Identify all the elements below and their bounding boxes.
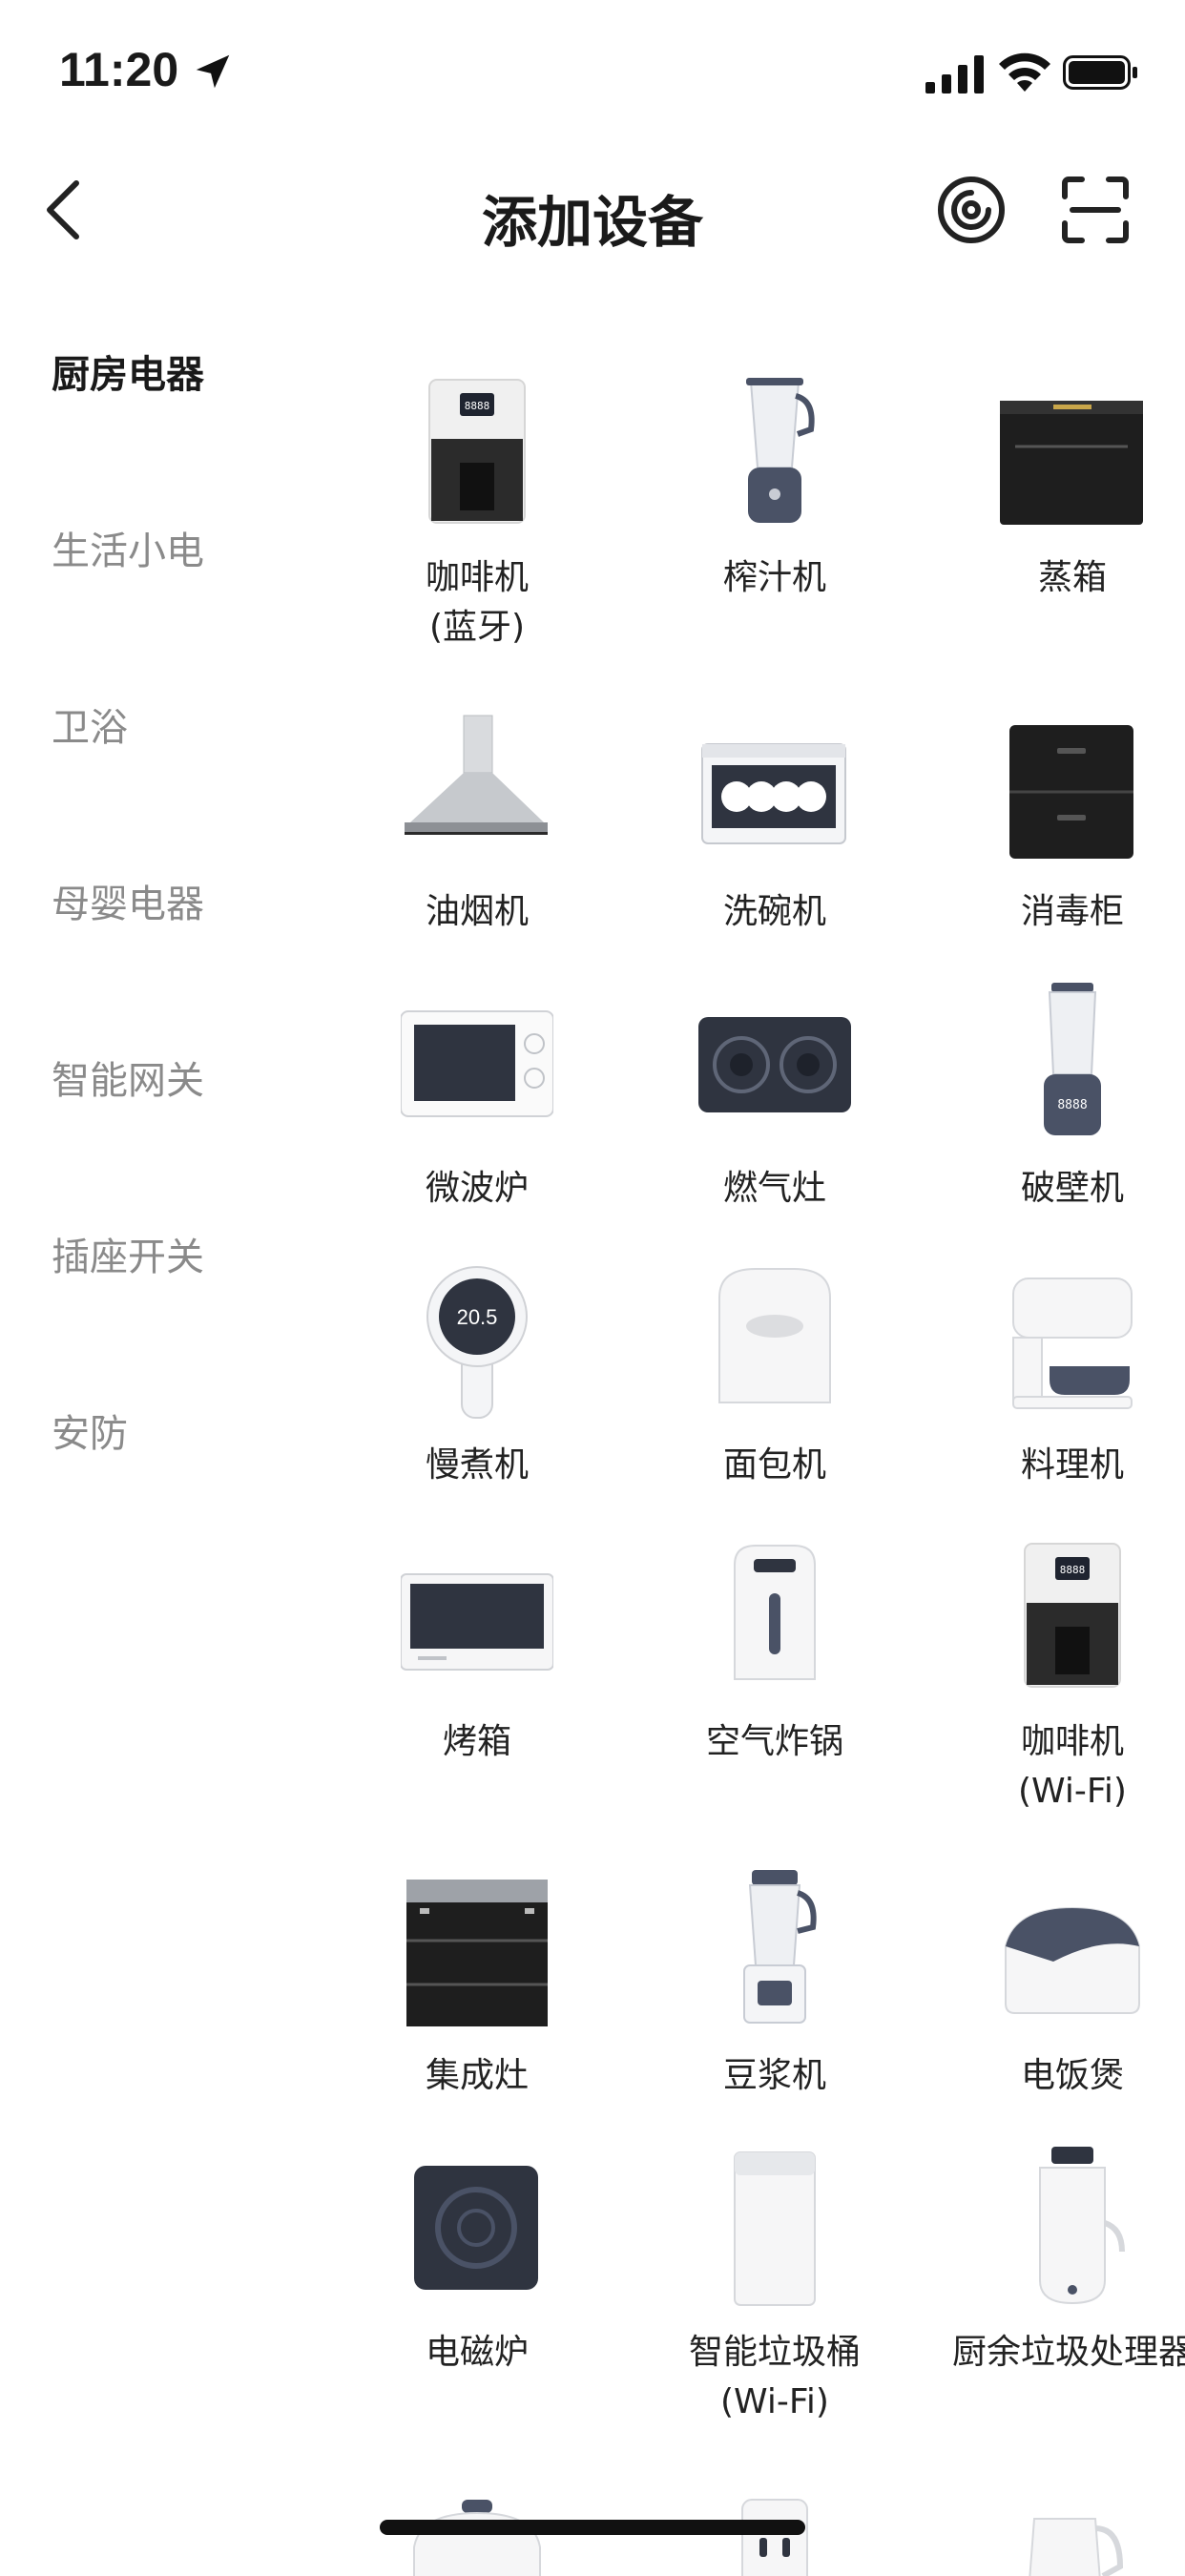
air-fryer-icon [734, 1545, 816, 1680]
svg-text:8888: 8888 [465, 400, 490, 412]
device-tile[interactable]: 电饭煲 [929, 1870, 1185, 2156]
device-tile[interactable]: 洗碗机 [632, 706, 918, 992]
coffee-machine-wifi-icon: 8888 [1024, 1543, 1121, 1688]
device-label: 电磁炉 [425, 2333, 529, 2372]
device-label: 消毒柜 [1020, 892, 1124, 931]
status-time: 11:20 [59, 43, 179, 96]
induction-cooker-icon [414, 2166, 538, 2290]
device-tile[interactable]: 微波炉 [334, 983, 620, 1269]
food-waste-disposer-icon [1039, 2147, 1125, 2305]
device-label: 豆浆机 [722, 2056, 826, 2095]
device-label: 蒸箱 [1037, 558, 1107, 597]
bread-maker-icon [718, 1268, 831, 1403]
qr-scan-icon[interactable] [1059, 174, 1132, 246]
steam-oven-icon [1000, 401, 1143, 525]
device-label: 微波炉 [425, 1169, 529, 1208]
device-tile[interactable]: 厨余垃圾处理器 [929, 2147, 1185, 2433]
device-tile[interactable]: 榨汁机 [632, 372, 918, 658]
device-label: 破壁机 [1020, 1169, 1124, 1208]
device-tile[interactable]: 燃气灶 [632, 983, 918, 1269]
gas-stove-icon [698, 1017, 851, 1112]
cellular-signal-icon [925, 55, 984, 93]
device-tile[interactable]: 面包机 [632, 1259, 918, 1546]
home-indicator[interactable] [380, 2520, 805, 2535]
device-label: 燃气灶 [722, 1169, 826, 1208]
disinfection-cabinet-icon [1009, 725, 1133, 859]
device-tile[interactable]: 蒸箱 [929, 372, 1185, 658]
juicer-icon [746, 378, 815, 523]
device-label: 洗碗机 [722, 892, 826, 931]
integrated-stove-icon [406, 1880, 548, 2026]
device-label: 榨汁机 [722, 558, 826, 597]
range-hood-icon [405, 715, 548, 835]
device-tile[interactable]: 20.5 慢煮机 [334, 1259, 620, 1546]
food-processor-icon [1012, 1278, 1133, 1409]
sidebar-item-bathroom[interactable]: 卫浴 [52, 696, 128, 752]
nav-bar: 添加设备 [0, 143, 1185, 277]
location-arrow-icon [196, 54, 230, 89]
device-label: 厨余垃圾处理器 [951, 2333, 1185, 2372]
sidebar-item-baby[interactable]: 母婴电器 [52, 873, 204, 928]
oven-icon [401, 1573, 553, 1671]
device-label: 智能垃圾桶 (Wi-Fi) [688, 2333, 861, 2421]
device-label: 电饭煲 [1020, 2056, 1124, 2095]
device-tile[interactable]: 豆浆机 [632, 1870, 918, 2156]
device-tile[interactable]: 8888 破壁机 [929, 983, 1185, 1269]
device-tile[interactable]: 8888 咖啡机 (Wi-Fi) [929, 1536, 1185, 1822]
device-tile[interactable]: 电磁炉 [334, 2147, 620, 2433]
device-label: 料理机 [1020, 1445, 1124, 1485]
device-label: 咖啡机 (Wi-Fi) [1018, 1722, 1127, 1811]
status-bar: 11:20 [0, 0, 1185, 143]
device-tile[interactable]: 集成灶 [334, 1870, 620, 2156]
device-label: 慢煮机 [425, 1445, 529, 1485]
sidebar-item-small-appliances[interactable]: 生活小电 [52, 520, 204, 575]
device-tile[interactable]: 料理机 [929, 1259, 1185, 1546]
kettle-partial-icon [1029, 2518, 1124, 2576]
device-tile[interactable]: 油烟机 [334, 706, 620, 992]
device-tile[interactable]: 消毒柜 [929, 706, 1185, 992]
coffee-machine-icon: 8888 [428, 379, 526, 524]
device-label: 咖啡机 (蓝牙) [425, 558, 529, 647]
rice-cooker-icon [1005, 1906, 1140, 2014]
smart-trash-can-icon [734, 2151, 816, 2306]
microwave-icon [401, 1010, 553, 1117]
wifi-icon [999, 52, 1050, 92]
device-tile[interactable] [929, 2490, 1185, 2576]
svg-text:8888: 8888 [1057, 1098, 1087, 1112]
high-speed-blender-icon: 8888 [1044, 983, 1101, 1135]
sidebar-item-sockets-switches[interactable]: 插座开关 [52, 1226, 204, 1281]
device-tile[interactable]: 智能垃圾桶 (Wi-Fi) [632, 2147, 918, 2433]
device-label: 空气炸锅 [705, 1722, 843, 1761]
sidebar-item-security[interactable]: 安防 [52, 1402, 128, 1458]
device-label: 烤箱 [442, 1722, 511, 1761]
device-tile[interactable]: 烤箱 [334, 1536, 620, 1822]
nearby-scan-icon[interactable] [935, 174, 1008, 246]
svg-text:8888: 8888 [1060, 1564, 1086, 1576]
battery-icon [1063, 55, 1137, 90]
sidebar-item-kitchen[interactable]: 厨房电器 [52, 343, 204, 399]
device-tile[interactable]: 空气炸锅 [632, 1536, 918, 1822]
device-tile[interactable]: 8888 咖啡机 (蓝牙) [334, 372, 620, 658]
device-label: 面包机 [722, 1445, 826, 1485]
device-label: 油烟机 [425, 892, 529, 931]
dishwasher-icon [701, 743, 846, 844]
sidebar-item-gateway[interactable]: 智能网关 [52, 1049, 204, 1105]
soymilk-maker-icon [743, 1870, 817, 2024]
svg-text:20.5: 20.5 [457, 1305, 498, 1329]
device-label: 集成灶 [425, 2056, 529, 2095]
sous-vide-icon: 20.5 [426, 1266, 528, 1419]
